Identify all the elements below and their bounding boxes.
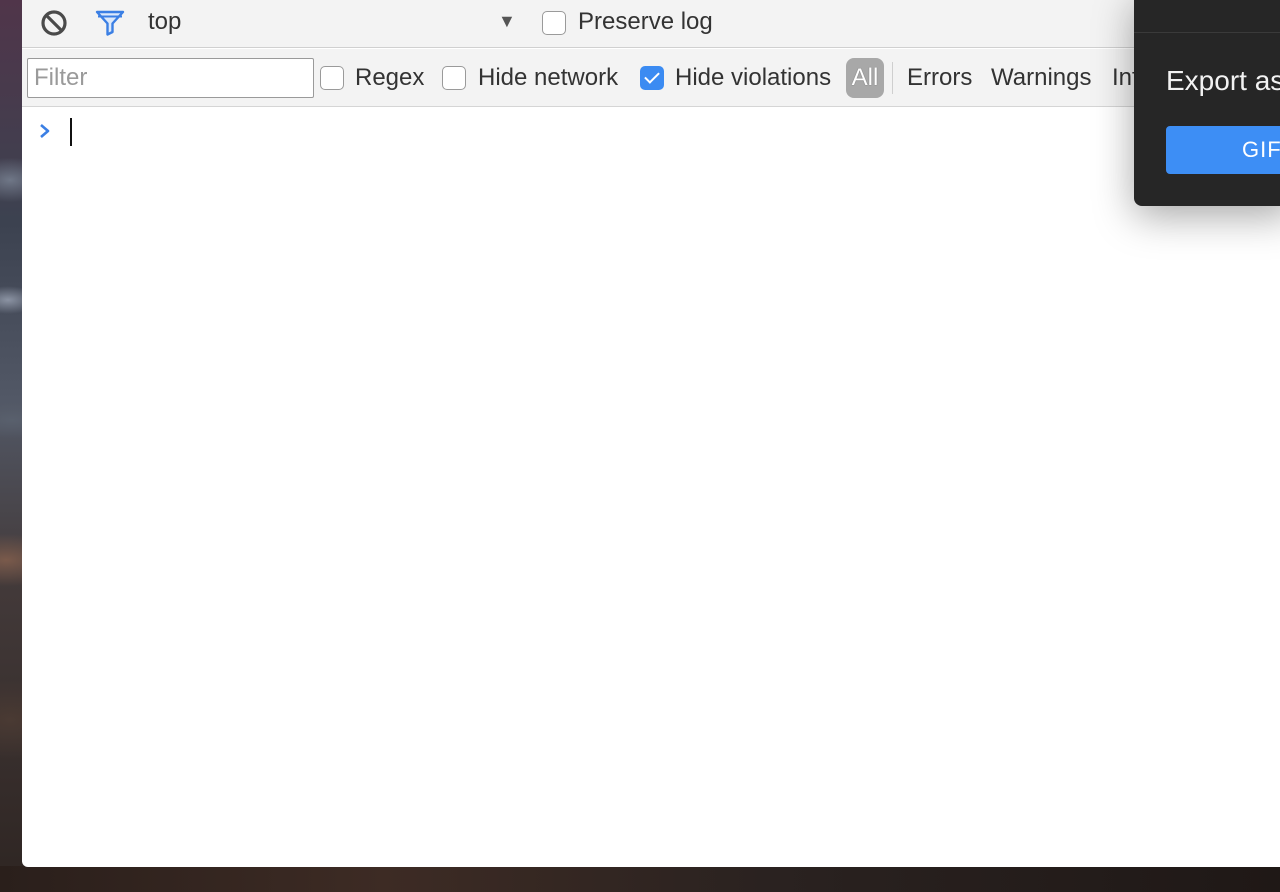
hide-network-label: Hide network: [478, 64, 619, 91]
level-errors-button[interactable]: Errors: [907, 64, 972, 92]
preserve-log-checkbox[interactable]: [542, 11, 566, 35]
export-gif-button[interactable]: GIF: [1166, 126, 1280, 174]
filter-input[interactable]: [27, 58, 314, 98]
console-filter-bar: Regex Hide network Hide violations All E…: [22, 49, 1280, 107]
level-divider: [892, 62, 893, 94]
console-main-toolbar: top ▼ Preserve log: [22, 0, 1280, 48]
export-as-title: Export as: [1166, 65, 1280, 96]
export-popup: Export as GIF: [1134, 0, 1280, 206]
regex-checkbox[interactable]: [320, 66, 344, 90]
level-warnings-button[interactable]: Warnings: [991, 64, 1091, 92]
devtools-console-window: top ▼ Preserve log Regex Hide network Hi…: [22, 0, 1280, 867]
hide-violations-label: Hide violations: [675, 64, 832, 91]
console-input-caret[interactable]: [70, 118, 72, 146]
hide-network-checkbox[interactable]: [442, 66, 466, 90]
popup-header-divider: [1134, 32, 1280, 33]
regex-label: Regex: [355, 64, 425, 91]
preserve-log-label: Preserve log: [578, 8, 713, 35]
level-all-button[interactable]: All: [846, 58, 884, 98]
hide-violations-checkbox[interactable]: [640, 66, 664, 90]
clear-console-icon[interactable]: [40, 9, 68, 37]
execution-context-selector[interactable]: top: [148, 8, 181, 36]
filter-funnel-icon[interactable]: [95, 9, 125, 37]
desktop-background-bottom: [0, 866, 1280, 892]
console-prompt-chevron-icon: [40, 124, 50, 138]
context-dropdown-triangle-icon[interactable]: ▼: [498, 11, 516, 32]
